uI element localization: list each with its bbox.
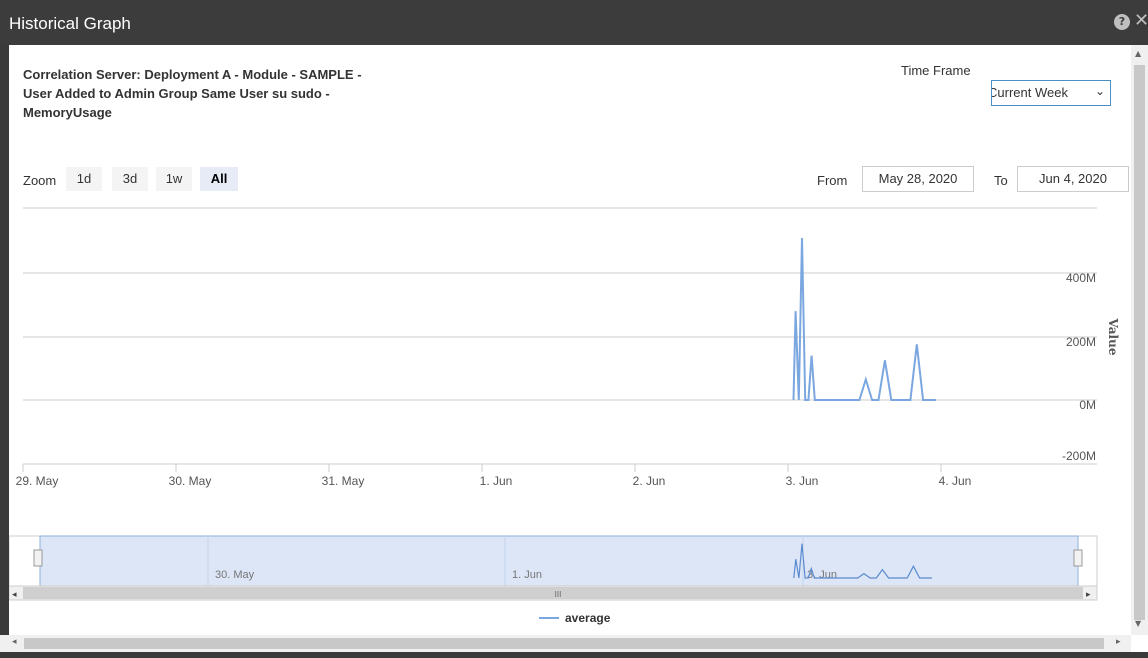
- y-tick-label: 400M: [1066, 271, 1096, 285]
- time-frame-label: Time Frame: [901, 63, 971, 78]
- scroll-left-icon[interactable]: ◂: [12, 637, 17, 647]
- navigator-scrollbar-thumb[interactable]: [23, 587, 1083, 599]
- navigator-scrollbar-grip: III: [555, 590, 562, 599]
- scroll-down-icon[interactable]: ▼: [1135, 619, 1141, 628]
- legend-label: average: [565, 611, 611, 625]
- zoom-label: Zoom: [23, 173, 57, 188]
- navigator-scroll-left-icon[interactable]: ◂: [12, 590, 17, 600]
- x-tick-label: 30. May: [169, 474, 212, 488]
- navigator-tick-label: 1. Jun: [512, 569, 542, 581]
- vertical-scrollbar[interactable]: ▲ ▼: [1131, 45, 1148, 635]
- x-tick-label: 31. May: [322, 474, 365, 488]
- time-frame-select[interactable]: Current Week ⌄: [991, 80, 1111, 106]
- chevron-down-icon: ⌄: [1094, 84, 1105, 98]
- x-axis: 29. May 30. May 31. May 1. Jun 2. Jun 3. Jun 4…: [16, 464, 972, 488]
- zoom-1d-button[interactable]: 1d: [66, 167, 102, 191]
- window-title: Historical Graph: [9, 14, 131, 33]
- y-axis-title: Value: [1106, 318, 1120, 356]
- x-tick-label: 2. Jun: [633, 474, 666, 488]
- close-icon[interactable]: ✕: [1134, 10, 1148, 31]
- horizontal-scrollbar-thumb[interactable]: [24, 638, 1104, 649]
- x-tick-label: 3. Jun: [786, 474, 819, 488]
- from-date-input[interactable]: May 28, 2020: [862, 166, 974, 192]
- zoom-all-button[interactable]: All: [200, 167, 238, 191]
- navigator-right-handle[interactable]: [1073, 549, 1083, 567]
- to-date-input[interactable]: Jun 4, 2020: [1017, 166, 1129, 192]
- history-chart: 400M 200M 0M -200M Value 29. May 30. May 3…: [9, 207, 1120, 625]
- grid-lines: [23, 207, 1097, 465]
- to-label: To: [994, 173, 1008, 188]
- title-bar: Historical Graph ? ✕: [0, 0, 1148, 45]
- x-tick-label: 4. Jun: [939, 474, 972, 488]
- zoom-1w-button[interactable]: 1w: [156, 167, 192, 191]
- navigator: 30. May 1. Jun 3. Jun III ◂ ▸: [9, 535, 1098, 601]
- x-tick-label: 1. Jun: [480, 474, 513, 488]
- from-label: From: [817, 173, 848, 188]
- y-tick-label: -200M: [1062, 449, 1096, 463]
- series-line-average: [792, 238, 936, 401]
- y-tick-label: 200M: [1066, 335, 1096, 349]
- scroll-right-icon[interactable]: ▸: [1116, 637, 1121, 647]
- time-frame-value: Current Week: [991, 85, 1068, 100]
- x-tick-label: 29. May: [16, 474, 59, 488]
- y-tick-label: 0M: [1079, 398, 1096, 412]
- scroll-up-icon[interactable]: ▲: [1135, 49, 1141, 58]
- zoom-3d-button[interactable]: 3d: [112, 167, 148, 191]
- navigator-left-handle[interactable]: [33, 549, 43, 567]
- help-icon[interactable]: ?: [1114, 14, 1130, 30]
- window-bottom-border: [0, 652, 1148, 658]
- graph-content: Correlation Server: Deployment A - Modul…: [9, 45, 1131, 635]
- graph-heading: Correlation Server: Deployment A - Modul…: [23, 67, 362, 120]
- navigator-scroll-right-icon[interactable]: ▸: [1086, 590, 1091, 600]
- vertical-scrollbar-thumb[interactable]: [1134, 65, 1145, 620]
- horizontal-scrollbar[interactable]: ◂ ▸: [0, 635, 1131, 652]
- legend[interactable]: average: [539, 611, 611, 625]
- navigator-tick-label: 30. May: [215, 569, 255, 581]
